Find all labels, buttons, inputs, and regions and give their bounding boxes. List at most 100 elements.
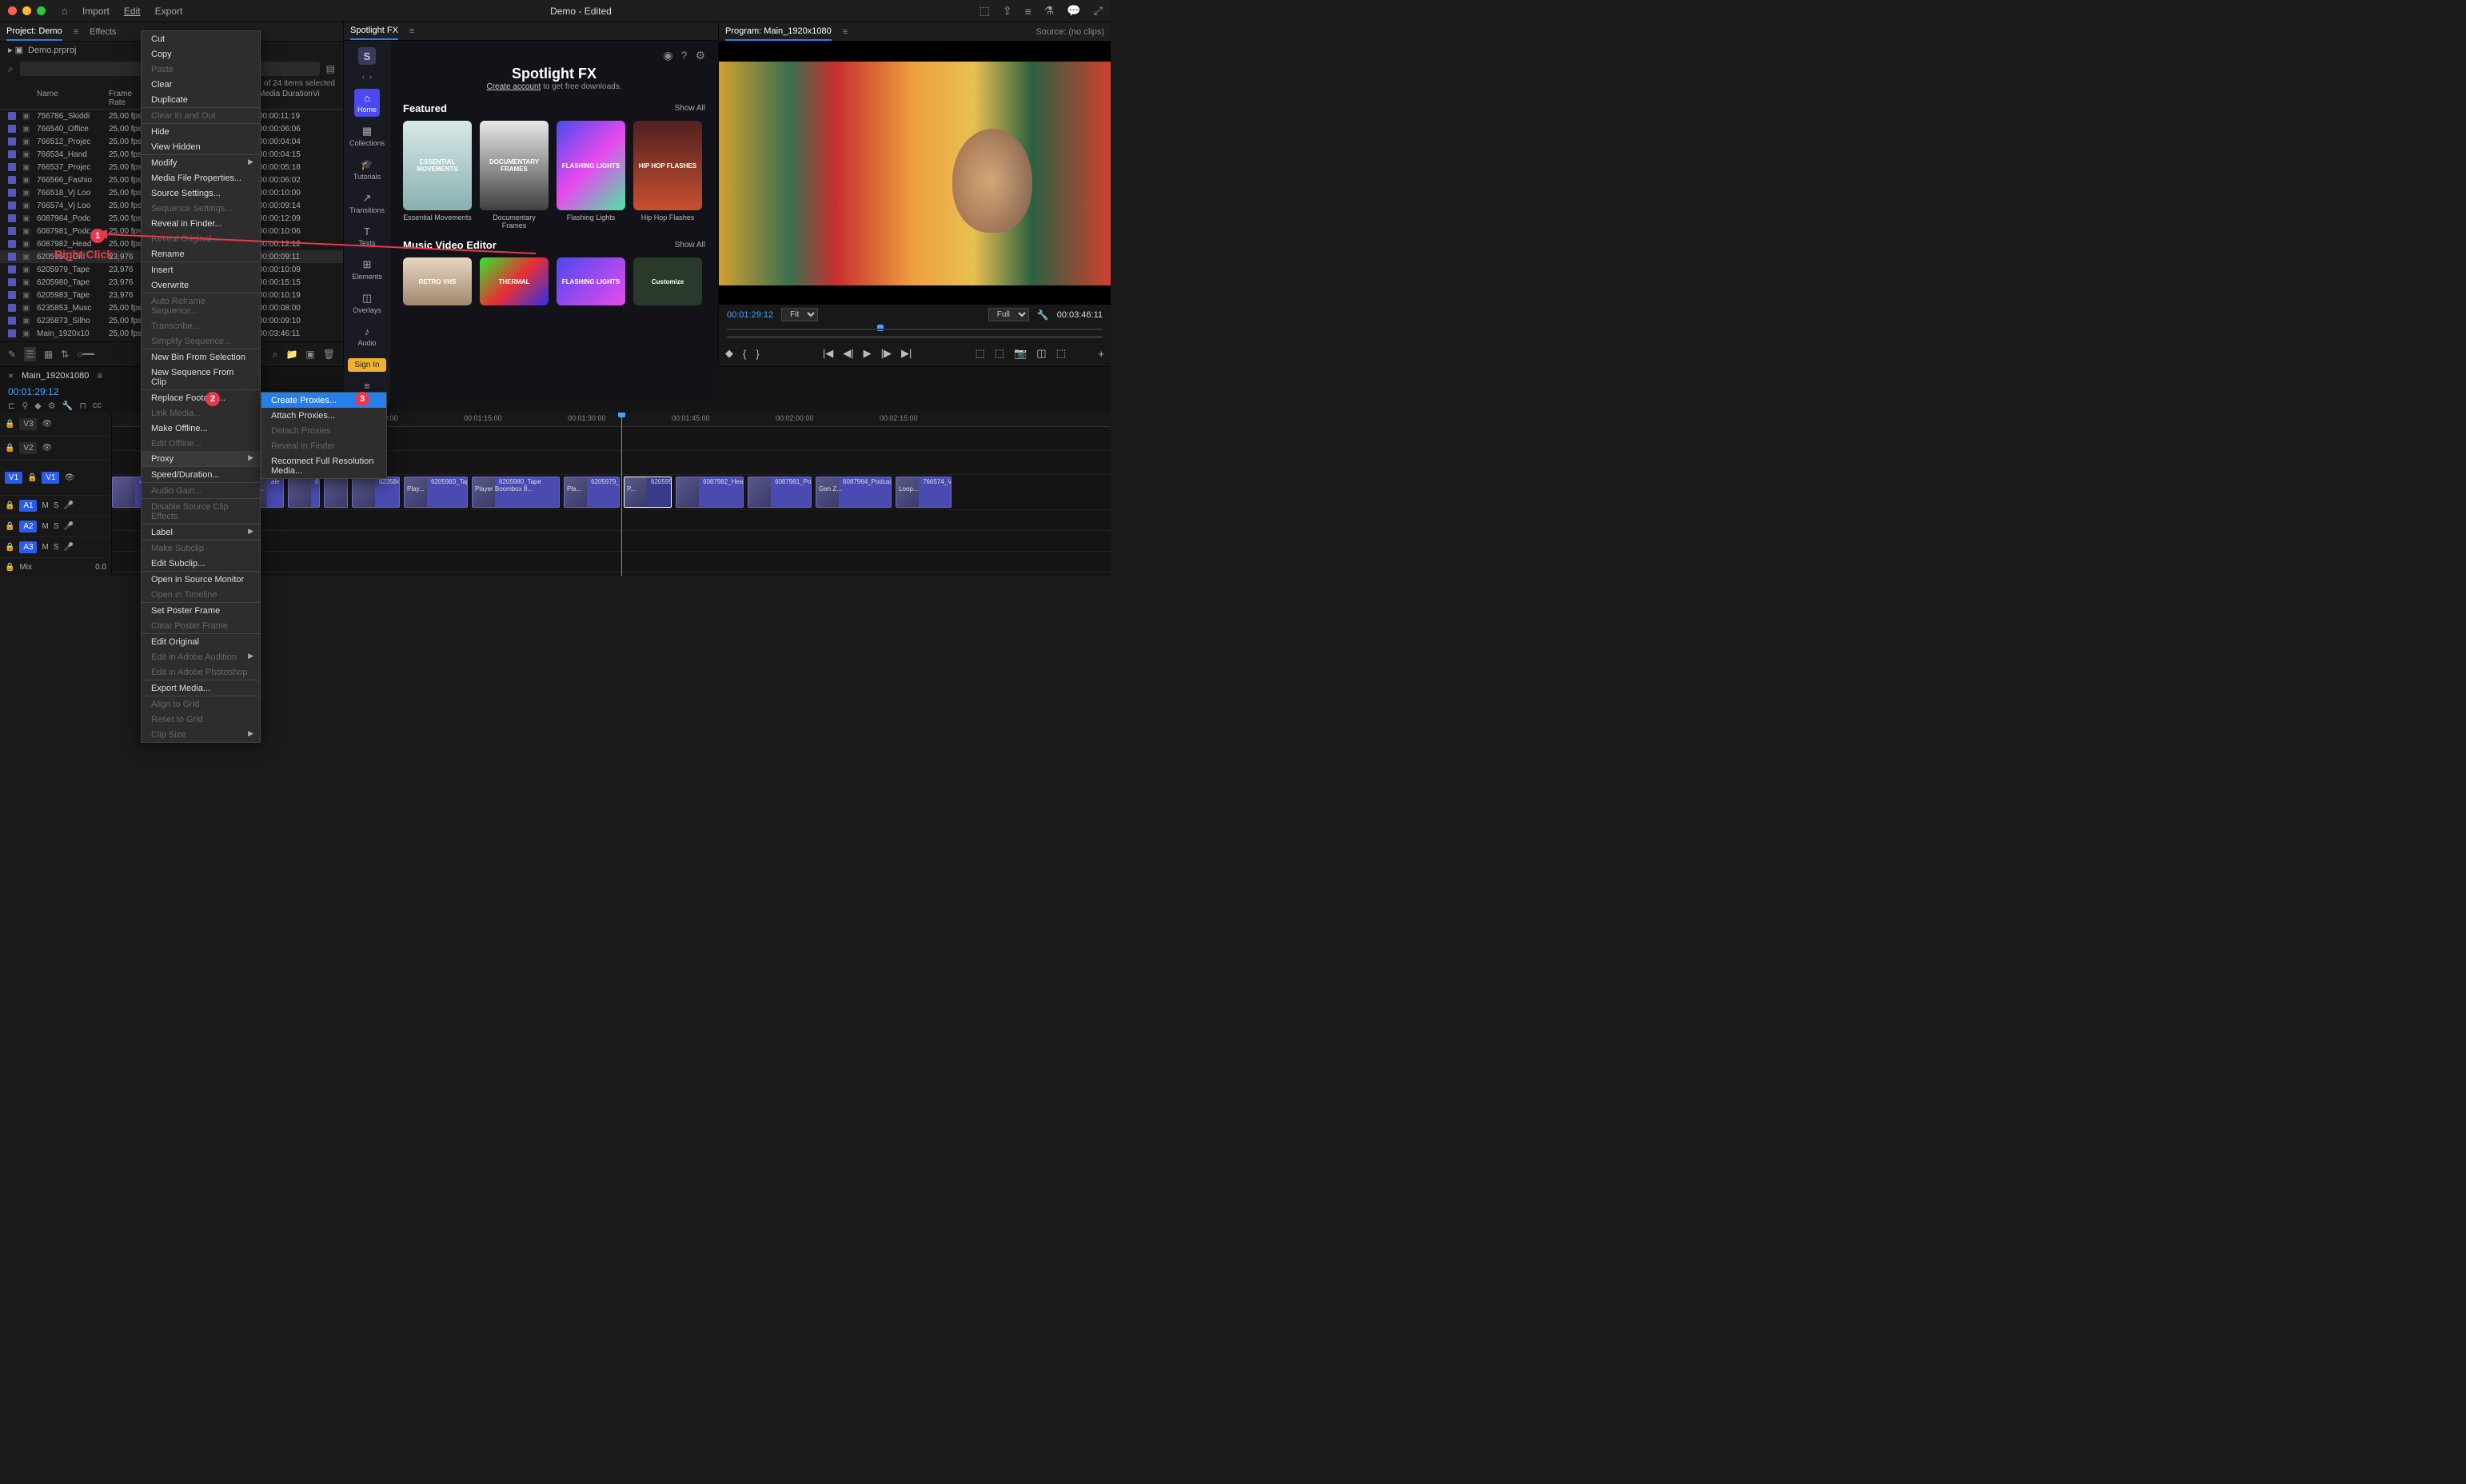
program-playhead[interactable]	[877, 325, 884, 331]
ctx-item[interactable]: Proxy▶	[142, 451, 260, 467]
lock-icon[interactable]: 🔒	[5, 420, 14, 429]
create-account-link[interactable]: Create account	[486, 82, 541, 91]
ctx-item[interactable]: New Sequence From Clip	[142, 365, 260, 390]
discord-icon[interactable]: ◉	[663, 49, 672, 62]
project-tab[interactable]: Project: Demo	[6, 23, 62, 41]
spotlight-tab[interactable]: Spotlight FX	[350, 22, 398, 40]
lock-icon[interactable]: 🔒	[5, 522, 14, 531]
lock-icon[interactable]: 🔒	[5, 444, 14, 453]
add-button-icon[interactable]: +	[1098, 348, 1104, 360]
wrench-icon[interactable]: 🔧	[1037, 309, 1049, 321]
track-v1-lane[interactable]: 426583_F...ale Gay...6235873...6235...62…	[112, 475, 1111, 510]
ctx-sub-item[interactable]: Reconnect Full Resolution Media...	[261, 453, 386, 478]
fit-select[interactable]: Fit	[781, 308, 818, 321]
eye-icon[interactable]: 👁	[64, 473, 74, 482]
play-icon[interactable]: ▶	[864, 347, 872, 360]
mic-icon[interactable]: 🎤	[63, 543, 73, 552]
lift-icon[interactable]: ⬚	[976, 347, 985, 360]
back-icon[interactable]: ‹	[362, 73, 365, 81]
track-a1-header[interactable]: 🔒A1MS🎤	[0, 496, 111, 517]
timeline-clip[interactable]: 6087981_Podcast...	[748, 477, 812, 508]
fullscreen-icon[interactable]: ⤢	[1094, 4, 1103, 18]
ctx-item[interactable]: Media File Properties...	[142, 170, 260, 186]
settings-icon[interactable]: ⚙	[48, 401, 56, 411]
home-icon[interactable]: ⌂	[62, 5, 68, 17]
maximize-window-icon[interactable]	[37, 6, 46, 15]
cc-icon[interactable]: cc	[93, 401, 102, 411]
program-monitor[interactable]	[719, 42, 1111, 305]
zoom-slider[interactable]: ○━━	[77, 349, 94, 360]
freeform-icon[interactable]: ✎	[8, 349, 16, 360]
ctx-item[interactable]: Clear	[142, 77, 260, 92]
minimize-window-icon[interactable]	[22, 6, 31, 15]
col-vi[interactable]: Vi	[313, 90, 335, 107]
featured-card[interactable]: ESSENTIAL MOVEMENTS Essential Movements	[403, 121, 472, 229]
ctx-item[interactable]: Open in Source Monitor	[142, 572, 260, 587]
ctx-item[interactable]: New Bin From Selection	[142, 349, 260, 365]
ctx-item[interactable]: Replace Footage...	[142, 390, 260, 405]
wf-icon[interactable]: ⊓	[79, 401, 86, 411]
forward-icon[interactable]: ›	[369, 73, 372, 81]
ctx-item[interactable]: Make Offline...	[142, 421, 260, 436]
mix-row[interactable]: 🔒Mix0.0	[0, 558, 111, 576]
featured-card[interactable]: DOCUMENTARY FRAMES Documentary Frames	[480, 121, 549, 229]
timeline-clip[interactable]: 6205980_Tape Player Boombox 8...	[472, 477, 560, 508]
nav-overlays[interactable]: ◫Overlays	[349, 289, 385, 317]
mic-icon[interactable]: 🎤	[63, 501, 73, 510]
ctx-item[interactable]: Label▶	[142, 525, 260, 541]
import-button[interactable]: Import	[82, 6, 110, 17]
sequence-menu-icon[interactable]: ≡	[97, 370, 102, 381]
ctx-item[interactable]: Hide	[142, 124, 260, 139]
track-a1-lane[interactable]	[112, 510, 1111, 531]
next-edit-icon[interactable]: ▶|	[901, 347, 912, 360]
ctx-item[interactable]: Source Settings...	[142, 186, 260, 201]
spotlight-tab-menu-icon[interactable]: ≡	[409, 26, 414, 36]
ctx-item[interactable]: Cut	[142, 31, 260, 46]
list-view-icon[interactable]: ☰	[24, 347, 36, 361]
trash-icon[interactable]: 🗑	[323, 349, 335, 360]
ctx-item[interactable]: Overwrite	[142, 277, 260, 293]
link-icon[interactable]: ⚲	[22, 401, 28, 411]
close-window-icon[interactable]	[8, 6, 17, 15]
track-a3-header[interactable]: 🔒A3MS🎤	[0, 537, 111, 558]
program-scrollbar[interactable]	[727, 336, 1103, 338]
gear-icon[interactable]: ⚙	[695, 49, 705, 62]
show-all-link[interactable]: Show All	[675, 104, 705, 113]
lock-icon[interactable]: 🔒	[5, 501, 14, 510]
timeline-clip[interactable]: 6087964_Podcast Gen Z...	[816, 477, 892, 508]
featured-card[interactable]: FLASHING LIGHTS Flashing Lights	[557, 121, 625, 229]
new-bin-icon[interactable]: 📁	[285, 349, 297, 360]
edit-button[interactable]: Edit	[124, 6, 141, 17]
snap-icon[interactable]: ⊏	[8, 401, 15, 411]
mve-card[interactable]: FLASHING LIGHTS	[557, 257, 625, 305]
col-fps[interactable]: Frame Rate	[109, 90, 144, 107]
export-button[interactable]: Export	[155, 6, 183, 17]
ctx-item[interactable]: Modify▶	[142, 155, 260, 170]
project-tab-menu-icon[interactable]: ≡	[74, 27, 78, 37]
sort-icon[interactable]: ⇅	[61, 349, 69, 360]
timeline-playhead[interactable]	[621, 413, 622, 576]
marker-icon[interactable]: ◆	[725, 347, 733, 360]
ctx-item[interactable]: Edit Subclip...	[142, 556, 260, 572]
lock-icon[interactable]: 🔒	[27, 473, 37, 482]
program-tab-menu-icon[interactable]: ≡	[843, 27, 848, 37]
icon-view-icon[interactable]: ▦	[44, 349, 53, 360]
ctx-item[interactable]: Rename	[142, 246, 260, 262]
marker-icon[interactable]: ◆	[34, 401, 41, 411]
nav-home[interactable]: ⌂Home	[354, 89, 380, 117]
filter-icon[interactable]: ▤	[326, 63, 335, 74]
timeline-clip[interactable]: 6087982_Headpho...	[676, 477, 744, 508]
find-icon[interactable]: ⌕	[273, 349, 278, 361]
ctx-item[interactable]: Export Media...	[142, 680, 260, 696]
timeline-clip[interactable]: 6235873...	[288, 477, 320, 508]
mve-card[interactable]: RETRO VHS	[403, 257, 472, 305]
mark-in-icon[interactable]: {	[743, 348, 746, 360]
track-a2-lane[interactable]	[112, 531, 1111, 552]
ctx-item[interactable]: Speed/Duration...	[142, 467, 260, 483]
prev-edit-icon[interactable]: |◀	[823, 347, 833, 360]
timeline-clip[interactable]: 6235843...	[352, 477, 400, 508]
step-back-icon[interactable]: ◀|	[843, 347, 853, 360]
timecode-current[interactable]: 00:01:29:12	[727, 310, 773, 320]
eye-icon[interactable]: 👁	[42, 420, 52, 429]
extract-icon[interactable]: ⬚	[995, 347, 1004, 360]
